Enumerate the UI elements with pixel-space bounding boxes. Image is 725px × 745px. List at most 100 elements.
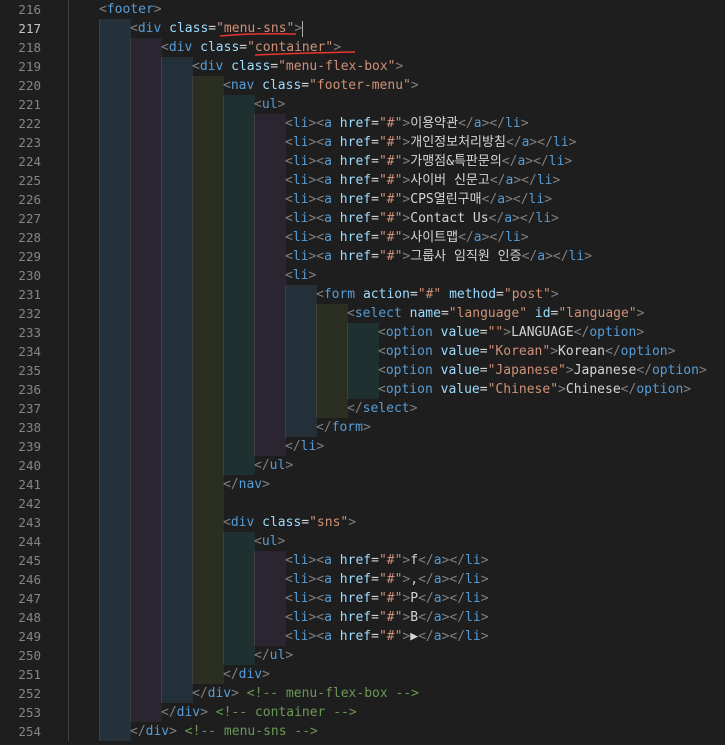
code-line[interactable]: 240 </ul> — [0, 456, 725, 475]
code-line[interactable]: 232 <select name="language" id="language"… — [0, 304, 725, 323]
code-token: a — [433, 572, 442, 587]
code-token: </ — [505, 135, 522, 150]
indent-guide — [161, 247, 193, 266]
code-line[interactable]: 243 <div class="sns"> — [0, 513, 725, 532]
code-line[interactable]: 247 <li><a href="#">P</a></li> — [0, 589, 725, 608]
code-token: Chinese — [565, 382, 621, 397]
code-line[interactable]: 237 </select> — [0, 399, 725, 418]
code-line[interactable]: 229 <li><a href="#">그룹사 임직원 인증</a></li> — [0, 247, 725, 266]
code-line[interactable]: 227 <li><a href="#">Contact Us</a></li> — [0, 209, 725, 228]
code-token: > — [362, 420, 371, 435]
indent-guide — [223, 228, 255, 247]
indent-guide — [68, 304, 100, 323]
indent-guide — [68, 133, 100, 152]
code-line[interactable]: 223 <li><a href="#">개인정보처리방침</a></li> — [0, 133, 725, 152]
code-line[interactable]: 253 </div> <!-- container --> — [0, 703, 725, 722]
indent-guide — [192, 494, 224, 513]
indent-guide — [223, 266, 255, 285]
line-number: 225 — [18, 173, 41, 188]
code-token: >< — [308, 553, 325, 568]
code-line[interactable]: 239 </li> — [0, 437, 725, 456]
code-token: </ — [418, 553, 434, 568]
indent-guide — [130, 646, 162, 665]
indent-guide — [161, 152, 193, 171]
code-text: <li><a href="#">▶</a></li> — [285, 627, 489, 646]
indent-guide — [68, 323, 100, 342]
code-line[interactable]: 217 <div class="menu-sns"> — [0, 19, 725, 38]
code-token: </ — [418, 629, 434, 644]
code-token: Korean — [558, 344, 606, 359]
indent-guide — [161, 171, 193, 190]
code-token: div — [176, 705, 201, 720]
code-line[interactable]: 235 <option value="Japanese">Japanese</op… — [0, 361, 725, 380]
code-line[interactable]: 221 <ul> — [0, 95, 725, 114]
code-line[interactable]: 226 <li><a href="#">CPS열린구매</a></li> — [0, 190, 725, 209]
code-line[interactable]: 216 <footer> — [0, 0, 725, 19]
code-token: > — [480, 591, 489, 606]
code-text: <div class="menu-flex-box"> — [192, 57, 403, 76]
line-number: 223 — [18, 135, 41, 150]
code-line[interactable]: 254 </div> <!-- menu-sns --> — [0, 722, 725, 741]
code-line[interactable]: 219 <div class="menu-flex-box"> — [0, 57, 725, 76]
indent-guide — [99, 475, 131, 494]
code-token: >< — [308, 116, 325, 131]
code-text: <div class="container"> — [161, 38, 341, 57]
code-line[interactable]: 224 <li><a href="#">가맹점&특판문의</a></li> — [0, 152, 725, 171]
code-line[interactable]: 244 <ul> — [0, 532, 725, 551]
code-line[interactable]: 228 <li><a href="#">사이트맵</a></li> — [0, 228, 725, 247]
code-line[interactable]: 225 <li><a href="#">사이버 신문고</a></li> — [0, 171, 725, 190]
indent-guide — [99, 190, 131, 209]
indent-guide — [223, 323, 255, 342]
code-token: a — [324, 154, 332, 169]
indent-guide — [68, 114, 100, 133]
code-line[interactable]: 250 </ul> — [0, 646, 725, 665]
code-token: li — [505, 230, 521, 245]
code-line[interactable]: 249 <li><a href="#">▶</a></li> — [0, 627, 725, 646]
code-token: < — [161, 40, 169, 55]
code-token: = — [371, 230, 379, 245]
code-token: </ — [254, 458, 270, 473]
code-token: "#" — [378, 135, 403, 150]
code-line[interactable]: 231 <form action="#" method="post"> — [0, 285, 725, 304]
code-line[interactable]: 220 <nav class="footer-menu"> — [0, 76, 725, 95]
code-token: >< — [308, 192, 325, 207]
code-editor[interactable]: 216 <footer> 217 <div class="menu-sns"> 218 <… — [0, 0, 725, 745]
indent-guide — [130, 456, 162, 475]
code-line[interactable]: 218 <div class="container"> — [0, 38, 725, 57]
code-token: < — [285, 230, 293, 245]
code-line[interactable]: 246 <li><a href="#">,</a></li> — [0, 570, 725, 589]
code-token: a — [433, 629, 442, 644]
code-token: li — [465, 591, 481, 606]
code-text: <option value="Chinese">Chinese</option> — [378, 380, 691, 399]
indent-guide — [192, 456, 224, 475]
code-line[interactable]: 245 <li><a href="#">f</a></li> — [0, 551, 725, 570]
line-number: 250 — [18, 648, 41, 663]
indent-guide — [161, 304, 193, 323]
code-token: < — [285, 135, 293, 150]
code-line[interactable]: 222 <li><a href="#">이용약관</a></li> — [0, 114, 725, 133]
code-token: a — [324, 610, 332, 625]
indent-guide — [223, 209, 255, 228]
indent-guide — [68, 494, 100, 513]
code-token: "#" — [378, 154, 403, 169]
code-line[interactable]: 248 <li><a href="#">B</a></li> — [0, 608, 725, 627]
code-line[interactable]: 242 — [0, 494, 725, 513]
code-text: <li><a href="#">,</a></li> — [285, 570, 489, 589]
code-line[interactable]: 241 </nav> — [0, 475, 725, 494]
indent-guide — [192, 228, 224, 247]
code-line[interactable]: 233 <option value="">LANGUAGE</option> — [0, 323, 725, 342]
code-token: > — [544, 192, 553, 207]
code-line[interactable]: 252 </div> <!-- menu-flex-box --> — [0, 684, 725, 703]
code-token: nav — [230, 78, 255, 93]
code-line[interactable]: 238 </form> — [0, 418, 725, 437]
code-line[interactable]: 251 </div> — [0, 665, 725, 684]
indent-guide — [161, 608, 193, 627]
code-token: "#" — [378, 211, 403, 226]
code-line[interactable]: 236 <option value="Chinese">Chinese</opti… — [0, 380, 725, 399]
code-token: ></ — [441, 572, 466, 587]
indent-guide — [254, 247, 286, 266]
code-line[interactable]: 230 <li> — [0, 266, 725, 285]
code-line[interactable]: 234 <option value="Korean">Korean</option… — [0, 342, 725, 361]
